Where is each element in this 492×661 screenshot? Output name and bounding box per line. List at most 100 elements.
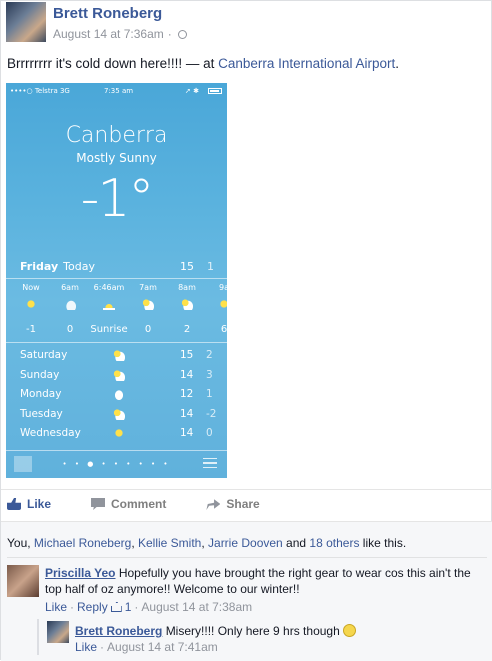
- share-icon: [206, 499, 221, 510]
- reply-meta: Like · August 14 at 7:41am: [75, 640, 218, 654]
- sun-icon: [25, 298, 37, 310]
- daily-row: Wednesday 14 0: [20, 426, 225, 446]
- hour-label: 8am: [178, 283, 196, 292]
- post-meta: August 14 at 7:36am ·: [53, 27, 187, 41]
- battery-icon: [208, 88, 222, 94]
- hour-label: 7am: [139, 283, 157, 292]
- reply-comment: Brett Roneberg Misery!!!! Only here 9 hr…: [75, 623, 485, 639]
- weather-city: Canberra: [65, 123, 168, 148]
- sun-cloud-icon: [181, 298, 193, 310]
- globe-icon[interactable]: [177, 29, 187, 39]
- comment-author[interactable]: Priscilla Yeo: [45, 566, 116, 580]
- reply-author[interactable]: Brett Roneberg: [75, 624, 162, 638]
- phone-status-bar: ••••○ Telstra 3G 7:35 am ➚ ✱: [6, 83, 227, 99]
- daily-forecast: Saturday 15 2 Sunday 14 3 Monday 12 1 Tu…: [20, 348, 225, 446]
- hour-value: 0: [66, 324, 74, 335]
- weather-current-temp: -1°: [80, 169, 155, 229]
- comment-timestamp[interactable]: August 14 at 7:38am: [141, 600, 252, 614]
- today-low: 1: [207, 260, 214, 273]
- comment-like-link[interactable]: Like: [45, 600, 67, 614]
- divider: [6, 278, 227, 279]
- daily-high: 12: [180, 388, 194, 400]
- reply-thread-bar: [37, 619, 39, 655]
- divider: [7, 557, 487, 558]
- daily-day: Saturday: [20, 349, 68, 361]
- today-high: 15: [180, 260, 194, 273]
- daily-day: Sunday: [20, 368, 60, 381]
- comment-like-count[interactable]: 1: [125, 600, 132, 614]
- divider: [6, 342, 227, 343]
- list-icon: [203, 458, 217, 468]
- weather-screenshot[interactable]: ••••○ Telstra 3G 7:35 am ➚ ✱ Canberra Mo…: [6, 83, 227, 478]
- thumbs-up-icon: [7, 498, 21, 510]
- hour-value: -1: [26, 324, 36, 335]
- divider: [1, 489, 492, 490]
- likes-prefix: You,: [7, 536, 34, 550]
- post-actions: Like Comment Share: [7, 497, 300, 511]
- post-text-body: Brrrrrrrr it's cold down here!!!! — at: [7, 56, 219, 71]
- today-row: Friday Today 15 1: [20, 260, 223, 273]
- sun-cloud-icon: [113, 407, 125, 420]
- today-label: Today: [63, 260, 95, 273]
- post-text-end: .: [395, 56, 399, 71]
- smiley-icon: [343, 624, 357, 637]
- daily-low: 3: [206, 368, 213, 381]
- comment-icon: [91, 498, 106, 510]
- hour-label: 6:46am: [93, 283, 125, 292]
- commenter-avatar[interactable]: [7, 565, 39, 597]
- daily-low: 2: [206, 349, 213, 361]
- hour-label: 9a: [219, 283, 227, 292]
- hour-value: 6: [220, 324, 227, 335]
- sun-cloud-icon: [113, 349, 125, 361]
- daily-low: -2: [206, 407, 217, 420]
- thumbs-up-icon: [110, 602, 122, 612]
- daily-high: 14: [180, 368, 194, 381]
- liker-link[interactable]: Kellie Smith: [138, 536, 201, 550]
- sun-cloud-icon: [142, 298, 154, 310]
- location-arrow-icon: ➚ ✱: [185, 87, 199, 95]
- hour-value: Sunrise: [90, 324, 128, 335]
- hourly-forecast: Now -1 6am 0 6:46am Sunrise 7am 0 8am 2 …: [6, 280, 227, 340]
- daily-row: Saturday 15 2: [20, 348, 225, 368]
- comment-label: Comment: [111, 497, 167, 511]
- daily-high: 15: [180, 349, 194, 361]
- like-label: Like: [27, 497, 52, 511]
- hour-label: 6am: [61, 283, 79, 292]
- meta-separator: ·: [167, 27, 172, 41]
- status-time: 7:35 am: [104, 87, 134, 95]
- share-label: Share: [226, 497, 260, 511]
- hour-label: Now: [22, 283, 40, 292]
- daily-low: 0: [206, 427, 213, 439]
- sun-icon: [113, 427, 125, 439]
- post-author[interactable]: Brett Roneberg: [53, 5, 162, 22]
- today-day: Friday: [20, 260, 59, 273]
- liker-link[interactable]: Jarrie Dooven: [208, 536, 283, 550]
- post-timestamp[interactable]: August 14 at 7:36am: [53, 27, 164, 41]
- post-card: Brett Roneberg August 14 at 7:36am · Brr…: [0, 0, 492, 661]
- reply-avatar[interactable]: [47, 621, 69, 643]
- comment-button[interactable]: Comment: [91, 497, 166, 511]
- comment: Priscilla Yeo Hopefully you have brought…: [45, 565, 485, 597]
- page-dots: • • ● • • • • • •: [62, 460, 171, 468]
- hour-value: 2: [183, 324, 191, 335]
- likes-summary: You, Michael Roneberg, Kellie Smith, Jar…: [7, 536, 407, 550]
- daily-row: Tuesday 14 -2: [20, 407, 225, 427]
- post-text: Brrrrrrrr it's cold down here!!!! — at C…: [7, 56, 399, 71]
- like-button[interactable]: Like: [7, 497, 51, 511]
- daily-day: Wednesday: [20, 427, 81, 439]
- reply-timestamp[interactable]: August 14 at 7:41am: [107, 640, 218, 654]
- comment-reply-link[interactable]: Reply: [77, 600, 108, 614]
- daily-row: Sunday 14 3: [20, 368, 225, 388]
- others-link[interactable]: 18 others: [309, 536, 359, 550]
- share-button[interactable]: Share: [206, 497, 260, 511]
- likes-and: and: [282, 536, 310, 550]
- weather-condition: Mostly Sunny: [76, 151, 157, 165]
- cloud-icon: [113, 388, 125, 400]
- reply-like-link[interactable]: Like: [75, 640, 97, 654]
- location-link[interactable]: Canberra International Airport: [218, 56, 395, 71]
- daily-low: 1: [206, 388, 213, 400]
- author-avatar[interactable]: [6, 2, 46, 42]
- likes-suffix: like this.: [359, 536, 407, 550]
- liker-link[interactable]: Michael Roneberg: [34, 536, 131, 550]
- moon-cloud-icon: [64, 298, 76, 310]
